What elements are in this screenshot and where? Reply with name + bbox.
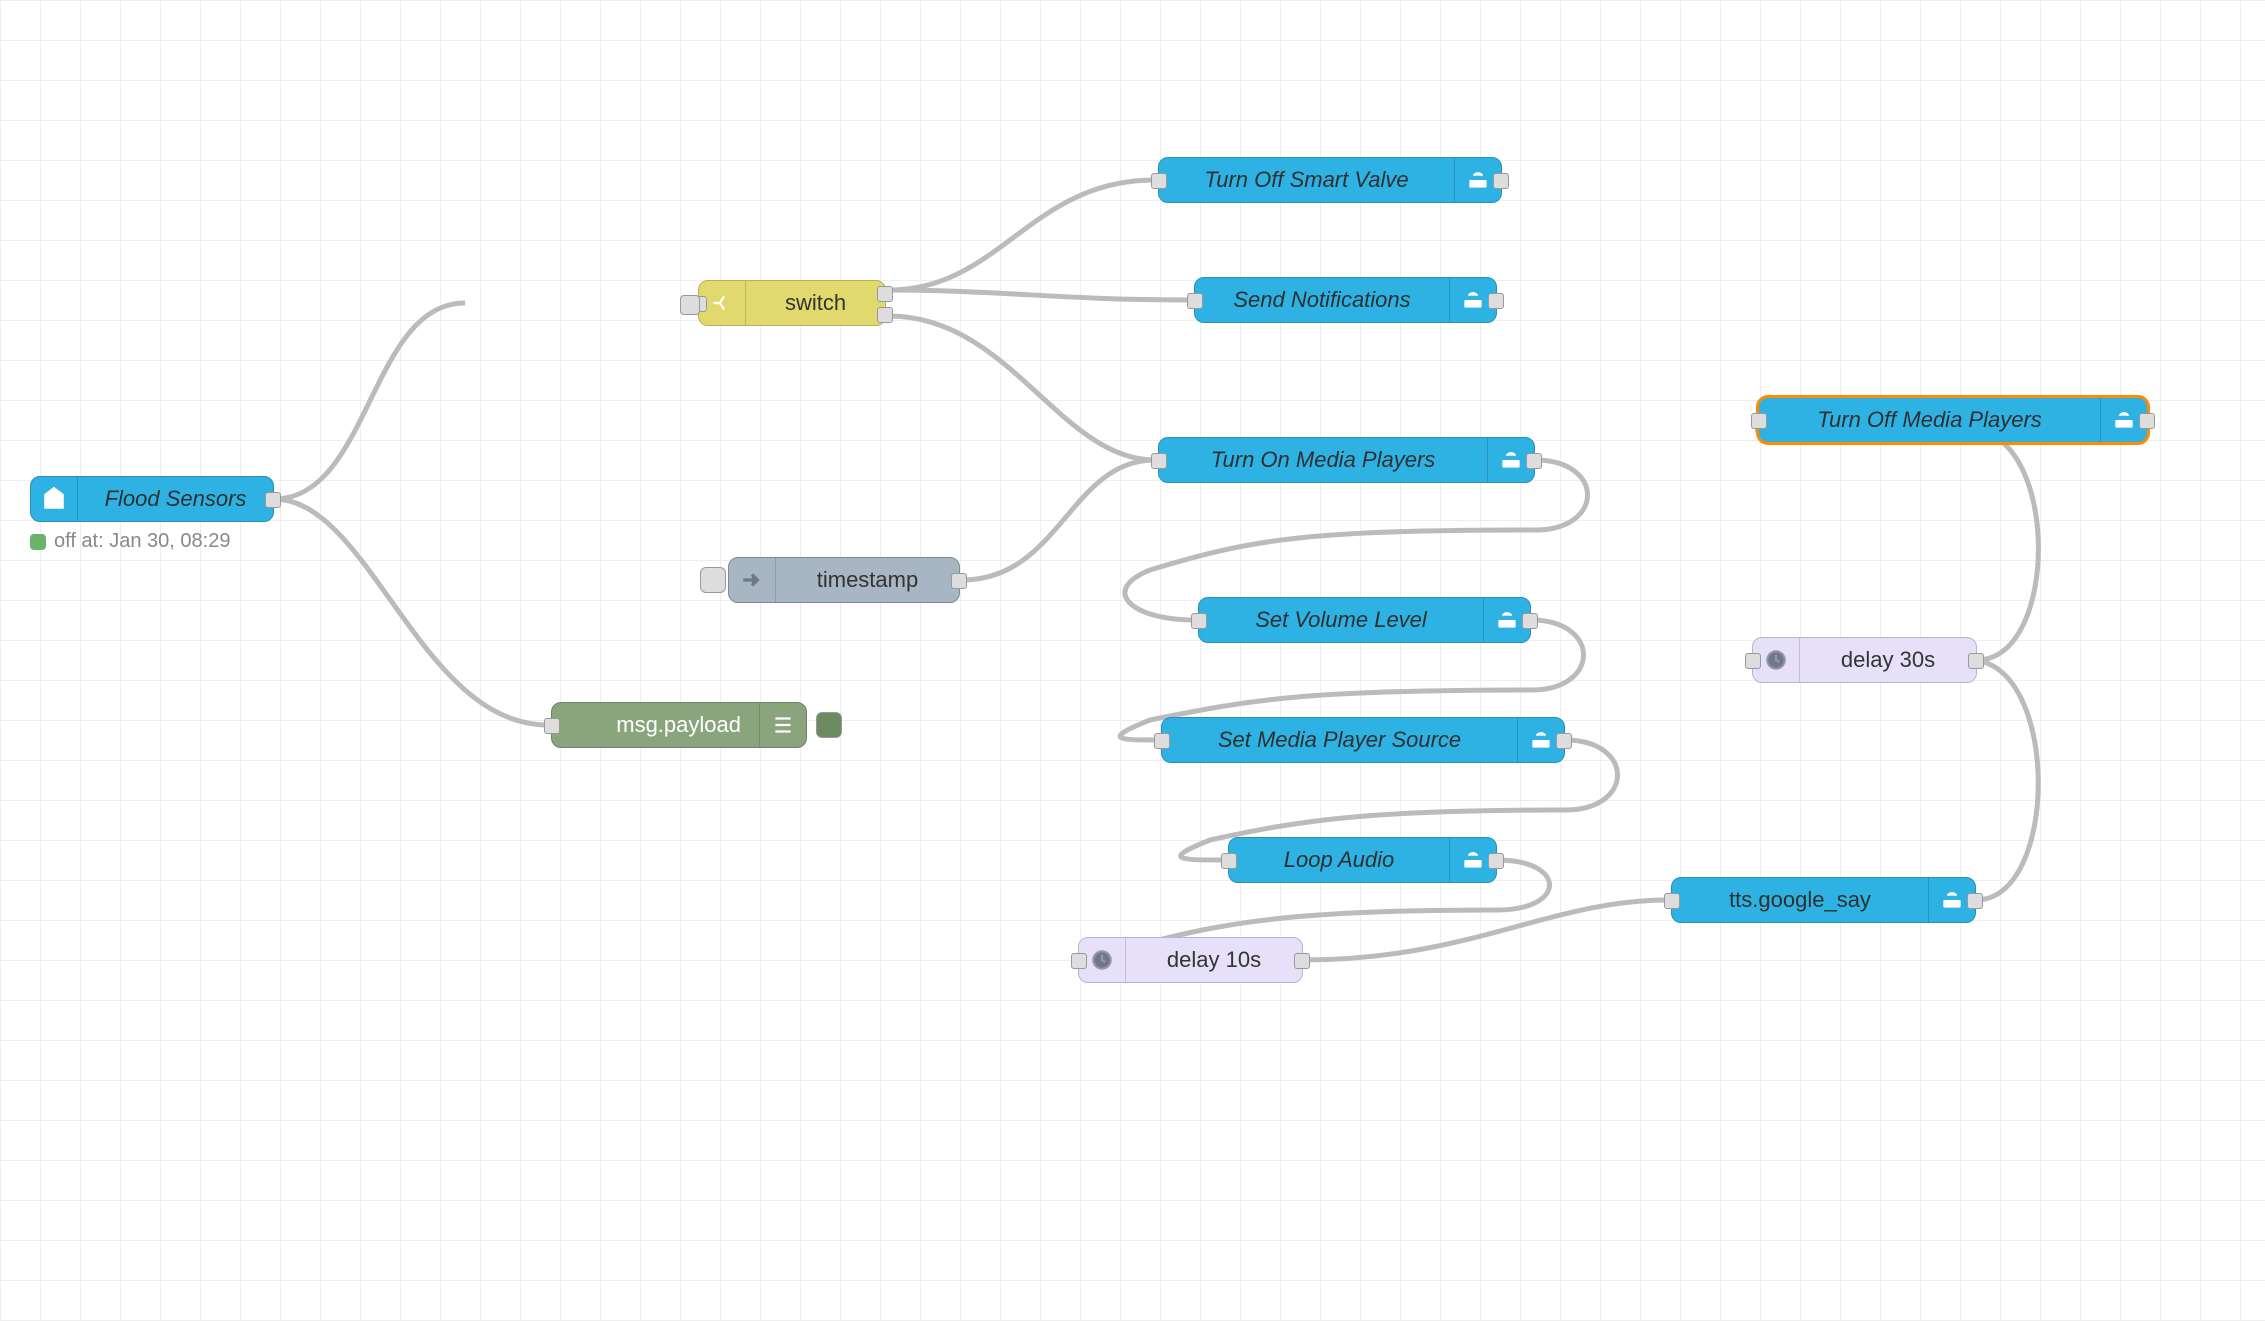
flow-canvas[interactable]: Flood Sensors off at: Jan 30, 08:29 swit… <box>0 0 2265 1321</box>
output-port[interactable] <box>1968 653 1984 669</box>
node-timestamp[interactable]: timestamp <box>728 557 960 603</box>
input-port[interactable] <box>1221 853 1237 869</box>
input-port[interactable] <box>1151 173 1167 189</box>
node-set-media-player-source[interactable]: Set Media Player Source <box>1161 717 1565 763</box>
input-port[interactable] <box>1745 653 1761 669</box>
output-port[interactable] <box>951 573 967 589</box>
node-loop-audio[interactable]: Loop Audio <box>1228 837 1497 883</box>
node-label: Turn Off Media Players <box>1759 407 2100 433</box>
output-port[interactable] <box>1556 733 1572 749</box>
node-label: tts.google_say <box>1672 887 1928 913</box>
node-label: Flood Sensors <box>78 486 273 512</box>
node-label: Loop Audio <box>1229 847 1449 873</box>
home-assistant-icon <box>31 477 78 521</box>
node-label: switch <box>746 290 885 316</box>
node-label: Turn On Media Players <box>1159 447 1487 473</box>
input-port[interactable] <box>1151 453 1167 469</box>
output-port[interactable] <box>2139 413 2155 429</box>
output-port[interactable] <box>1526 453 1542 469</box>
node-turn-off-media-players[interactable]: Turn Off Media Players <box>1758 397 2148 443</box>
node-delay-30s[interactable]: delay 30s <box>1752 637 1977 683</box>
output-port[interactable] <box>265 492 281 508</box>
node-tts-google-say[interactable]: tts.google_say <box>1671 877 1976 923</box>
node-send-notifications[interactable]: Send Notifications <box>1194 277 1497 323</box>
output-port[interactable] <box>1488 853 1504 869</box>
input-port[interactable] <box>1154 733 1170 749</box>
output-port[interactable] <box>1294 953 1310 969</box>
node-switch[interactable]: switch <box>698 280 886 326</box>
node-label: delay 30s <box>1800 647 1976 673</box>
input-port[interactable] <box>1187 293 1203 309</box>
node-status-text: off at: Jan 30, 08:29 <box>54 530 230 553</box>
output-port[interactable] <box>1493 173 1509 189</box>
inject-icon <box>729 558 776 602</box>
debug-icon <box>759 703 806 747</box>
input-port[interactable] <box>544 718 560 734</box>
node-set-volume-level[interactable]: Set Volume Level <box>1198 597 1531 643</box>
output-port-1[interactable] <box>877 286 893 302</box>
output-port[interactable] <box>1522 613 1538 629</box>
output-port-2[interactable] <box>877 307 893 323</box>
node-label: msg.payload <box>552 712 759 738</box>
node-status: off at: Jan 30, 08:29 <box>30 530 230 553</box>
node-label: Send Notifications <box>1195 287 1449 313</box>
inject-button[interactable] <box>700 567 726 593</box>
input-port[interactable] <box>1191 613 1207 629</box>
input-port[interactable] <box>1751 413 1767 429</box>
debug-toggle[interactable] <box>816 712 842 738</box>
node-label: Set Volume Level <box>1199 607 1483 633</box>
node-label: timestamp <box>776 567 959 593</box>
node-flood-sensors[interactable]: Flood Sensors <box>30 476 274 522</box>
input-port[interactable] <box>1664 893 1680 909</box>
node-turn-on-media-players[interactable]: Turn On Media Players <box>1158 437 1535 483</box>
node-label: delay 10s <box>1126 947 1302 973</box>
node-delay-10s[interactable]: delay 10s <box>1078 937 1303 983</box>
node-turn-off-smart-valve[interactable]: Turn Off Smart Valve <box>1158 157 1502 203</box>
node-label: Set Media Player Source <box>1162 727 1517 753</box>
node-debug[interactable]: msg.payload <box>551 702 807 748</box>
input-port[interactable] <box>1071 953 1087 969</box>
output-port[interactable] <box>1967 893 1983 909</box>
node-label: Turn Off Smart Valve <box>1159 167 1454 193</box>
output-port[interactable] <box>1488 293 1504 309</box>
inject-button[interactable] <box>680 295 700 315</box>
